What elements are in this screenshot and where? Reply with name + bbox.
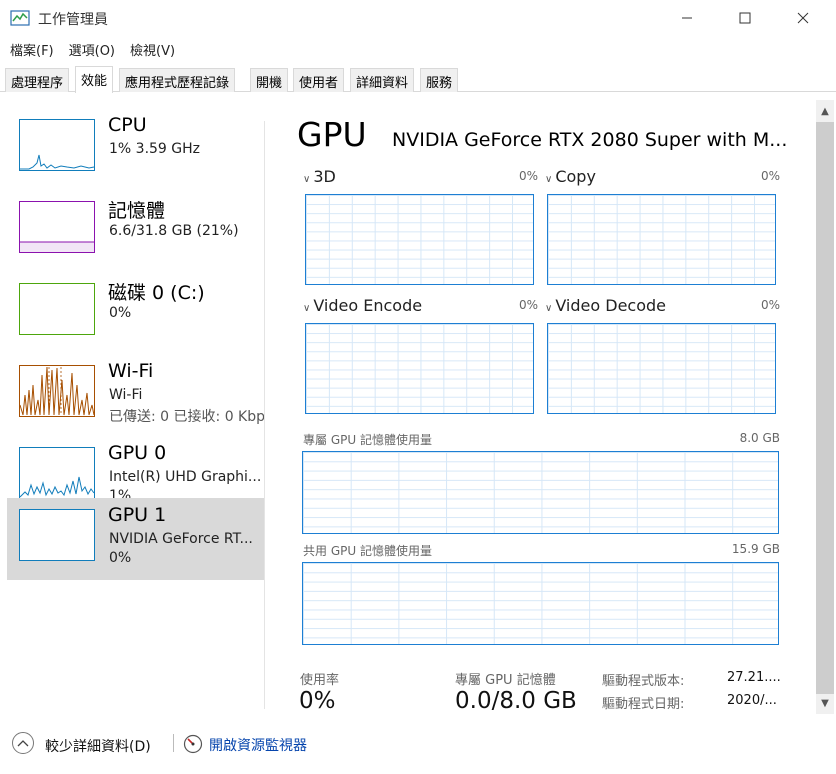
- driver-date-label: 驅動程式日期:: [602, 697, 685, 712]
- scroll-up-arrow-icon[interactable]: ▲: [816, 102, 834, 120]
- engine-percent: 0%: [760, 169, 780, 183]
- detail-title: GPU: [297, 115, 367, 154]
- utilization-label: 使用率: [300, 673, 340, 688]
- maximize-button[interactable]: [716, 0, 774, 36]
- footer-bar: 較少詳細資料(D) 開啟資源監視器: [0, 724, 836, 764]
- engine-graph-3d: [305, 194, 534, 285]
- tab-performance[interactable]: 效能: [75, 66, 114, 93]
- sidebar-item-name: Wi-Fi: [108, 360, 154, 382]
- resource-list: CPU 1% 3.59 GHz 記憶體 6.6/31.8 GB (21%) 磁碟…: [7, 108, 265, 708]
- window-title: 工作管理員: [38, 12, 108, 28]
- chevron-down-icon: ∨: [545, 303, 553, 314]
- engine-percent: 0%: [518, 169, 538, 183]
- detail-device-name: NVIDIA GeForce RTX 2080 Super with M...: [392, 129, 788, 151]
- sidebar-item-gpu1[interactable]: GPU 1 NVIDIA GeForce RT... 0%: [7, 498, 265, 580]
- sidebar-item-value: 0%: [109, 305, 132, 321]
- disk-thumbnail-graph: [19, 283, 95, 335]
- sidebar-item-cpu[interactable]: CPU 1% 3.59 GHz: [7, 108, 265, 190]
- dedicated-memory-label: 專屬 GPU 記憶體使用量: [303, 433, 432, 447]
- tab-app-history[interactable]: 應用程式歷程記錄: [119, 68, 236, 92]
- sidebar-item-wifi[interactable]: Wi-Fi Wi-Fi 已傳送: 0 已接收: 0 Kbps: [7, 354, 265, 436]
- dedicated-gpu-memory-label: 專屬 GPU 記憶體: [455, 673, 556, 688]
- sidebar-item-name: 記憶體: [108, 200, 166, 222]
- task-manager-icon: [10, 10, 30, 26]
- dedicated-memory-graph: [302, 451, 779, 534]
- menu-options[interactable]: 選項(O): [59, 38, 120, 60]
- chevron-up-icon: [17, 740, 29, 747]
- minimize-button[interactable]: [658, 0, 716, 36]
- chevron-down-icon: ∨: [545, 174, 553, 185]
- engine-label: 3D: [313, 167, 336, 186]
- sidebar-item-device: Intel(R) UHD Graphi...: [109, 469, 262, 485]
- shared-memory-graph: [302, 562, 779, 645]
- tab-processes[interactable]: 處理程序: [5, 68, 70, 92]
- dedicated-memory-max: 8.0 GB: [739, 431, 780, 445]
- tab-services[interactable]: 服務: [420, 68, 459, 92]
- engine-percent: 0%: [518, 298, 538, 312]
- engine-percent: 0%: [760, 298, 780, 312]
- sidebar-item-name: GPU 1: [108, 504, 167, 526]
- utilization-value: 0%: [299, 688, 336, 714]
- footer-divider: [173, 734, 174, 752]
- wifi-thumbnail-graph: [19, 365, 95, 417]
- menu-file[interactable]: 檔案(F): [0, 38, 59, 60]
- engine-graph-video-decode: [547, 323, 776, 414]
- driver-version-value: 27.21....: [727, 670, 781, 685]
- sidebar-item-value: 0%: [109, 550, 132, 566]
- sidebar-item-throughput: 已傳送: 0 已接收: 0 Kbps: [109, 409, 265, 425]
- cpu-thumbnail-graph: [19, 119, 95, 171]
- engine-label: Video Encode: [313, 296, 423, 315]
- engine-graph-video-encode: [305, 323, 534, 414]
- performance-panel: CPU 1% 3.59 GHz 記憶體 6.6/31.8 GB (21%) 磁碟…: [0, 93, 836, 718]
- scroll-down-arrow-icon[interactable]: ▼: [816, 694, 834, 712]
- tab-users[interactable]: 使用者: [293, 68, 345, 92]
- panel-divider: [264, 121, 265, 709]
- resource-monitor-icon[interactable]: [183, 734, 203, 754]
- close-button[interactable]: [774, 0, 832, 36]
- close-icon: [797, 12, 809, 24]
- tab-bar: 處理程序 效能 應用程式歷程記錄 開機 使用者 詳細資料 服務: [0, 66, 836, 93]
- tab-startup[interactable]: 開機: [250, 68, 289, 92]
- open-resource-monitor-link[interactable]: 開啟資源監視器: [209, 735, 307, 755]
- gpu0-thumbnail-graph: [19, 447, 95, 499]
- maximize-icon: [739, 12, 751, 24]
- menu-bar: 檔案(F) 選項(O) 檢視(V): [0, 38, 836, 60]
- sidebar-item-adapter: Wi-Fi: [109, 387, 143, 403]
- sidebar-item-name: 磁碟 0 (C:): [108, 282, 205, 304]
- engine-selector-video-decode[interactable]: ∨ Video Decode: [545, 296, 666, 315]
- chevron-down-icon: ∨: [303, 174, 311, 185]
- sidebar-item-value: 6.6/31.8 GB (21%): [109, 223, 239, 239]
- sidebar-item-device: NVIDIA GeForce RT...: [109, 531, 253, 547]
- menu-view[interactable]: 檢視(V): [120, 38, 180, 60]
- sidebar-item-name: GPU 0: [108, 442, 167, 464]
- sidebar-item-memory[interactable]: 記憶體 6.6/31.8 GB (21%): [7, 190, 265, 272]
- fewer-details-label[interactable]: 較少詳細資料(D): [45, 736, 151, 756]
- driver-date-value: 2020/...: [727, 693, 777, 708]
- engine-selector-video-encode[interactable]: ∨ Video Encode: [303, 296, 422, 315]
- memory-thumbnail-graph: [19, 201, 95, 253]
- scrollbar-thumb[interactable]: [816, 122, 834, 694]
- engine-label: Copy: [555, 167, 596, 186]
- gpu1-thumbnail-graph: [19, 509, 95, 561]
- engine-graph-copy: [547, 194, 776, 285]
- shared-memory-max: 15.9 GB: [731, 542, 780, 556]
- dedicated-gpu-memory-value: 0.0/8.0 GB: [455, 688, 577, 714]
- shared-memory-label: 共用 GPU 記憶體使用量: [303, 544, 432, 558]
- tab-details[interactable]: 詳細資料: [350, 68, 415, 92]
- chevron-down-icon: ∨: [303, 303, 311, 314]
- sidebar-item-value: 1% 3.59 GHz: [109, 141, 201, 157]
- sidebar-item-name: CPU: [108, 114, 147, 136]
- sidebar-item-disk[interactable]: 磁碟 0 (C:) 0%: [7, 272, 265, 354]
- driver-version-label: 驅動程式版本:: [602, 674, 685, 689]
- minimize-icon: [682, 17, 692, 19]
- engine-label: Video Decode: [555, 296, 666, 315]
- engine-selector-3d[interactable]: ∨ 3D: [303, 167, 336, 186]
- title-bar: 工作管理員: [0, 0, 836, 36]
- fewer-details-button[interactable]: [12, 732, 34, 754]
- engine-selector-copy[interactable]: ∨ Copy: [545, 167, 596, 186]
